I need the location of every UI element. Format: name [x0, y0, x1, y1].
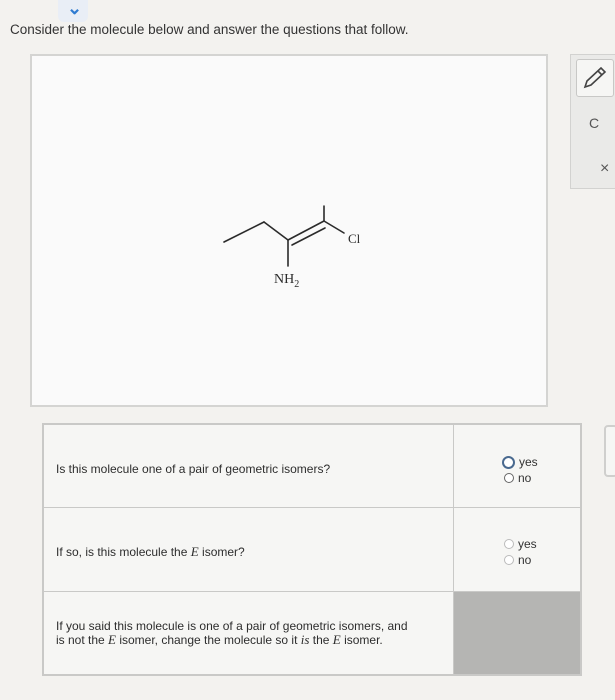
halogen-label: Cl: [348, 231, 361, 246]
question-text: If so, is this molecule the E isomer?: [56, 544, 245, 560]
molecule-drawing-area[interactable]: Cl NH2: [30, 54, 548, 407]
option-no[interactable]: no: [504, 553, 531, 567]
collapse-chevron[interactable]: ⌄: [58, 0, 88, 22]
reset-icon[interactable]: C: [589, 115, 599, 131]
pencil-button[interactable]: [576, 59, 614, 97]
question-cell: Is this molecule one of a pair of geomet…: [44, 425, 454, 507]
question-cell: If you said this molecule is one of a pa…: [44, 592, 454, 674]
question-row-change-molecule: If you said this molecule is one of a pa…: [44, 592, 580, 674]
close-icon[interactable]: ×: [600, 160, 609, 178]
answer-cell: yes no: [454, 425, 580, 507]
side-panel-handle[interactable]: [604, 425, 615, 477]
answer-cell-disabled: [454, 592, 580, 674]
pencil-icon: [583, 66, 607, 89]
radio-button[interactable]: [504, 555, 514, 565]
radio-button[interactable]: [504, 473, 514, 483]
amine-subscript: 2: [294, 279, 299, 290]
option-label: no: [518, 471, 532, 485]
answer-cell: yes no: [454, 508, 580, 591]
drawing-toolbar: C ×: [570, 54, 615, 189]
option-label: yes: [518, 537, 537, 551]
option-yes[interactable]: yes: [504, 537, 537, 551]
svg-text:NH2: NH2: [274, 272, 299, 290]
option-label: no: [518, 553, 532, 567]
bond-ethyl: [263, 221, 289, 241]
question-prompt: Consider the molecule below and answer t…: [10, 22, 409, 37]
option-yes[interactable]: yes: [502, 455, 538, 469]
option-label: yes: [519, 455, 538, 469]
chevron-down-icon: ⌄: [67, 0, 83, 18]
question-text: Is this molecule one of a pair of geomet…: [56, 462, 331, 476]
question-cell: If so, is this molecule the E isomer?: [44, 508, 454, 591]
bond-ethyl-terminal: [223, 221, 265, 243]
bond-c-cl: [323, 220, 345, 234]
option-no[interactable]: no: [504, 471, 531, 485]
radio-button[interactable]: [502, 455, 515, 469]
question-text: If you said this molecule is one of a pa…: [56, 619, 408, 647]
question-row-e-isomer: If so, is this molecule the E isomer? ye…: [44, 508, 580, 592]
question-row-geometric: Is this molecule one of a pair of geomet…: [44, 425, 580, 508]
amine-label: NH: [274, 272, 294, 287]
questions-table: Is this molecule one of a pair of geomet…: [42, 423, 582, 676]
molecule-structure: Cl NH2: [223, 205, 361, 290]
bond-double-inner: [291, 227, 326, 246]
radio-button[interactable]: [504, 539, 514, 549]
